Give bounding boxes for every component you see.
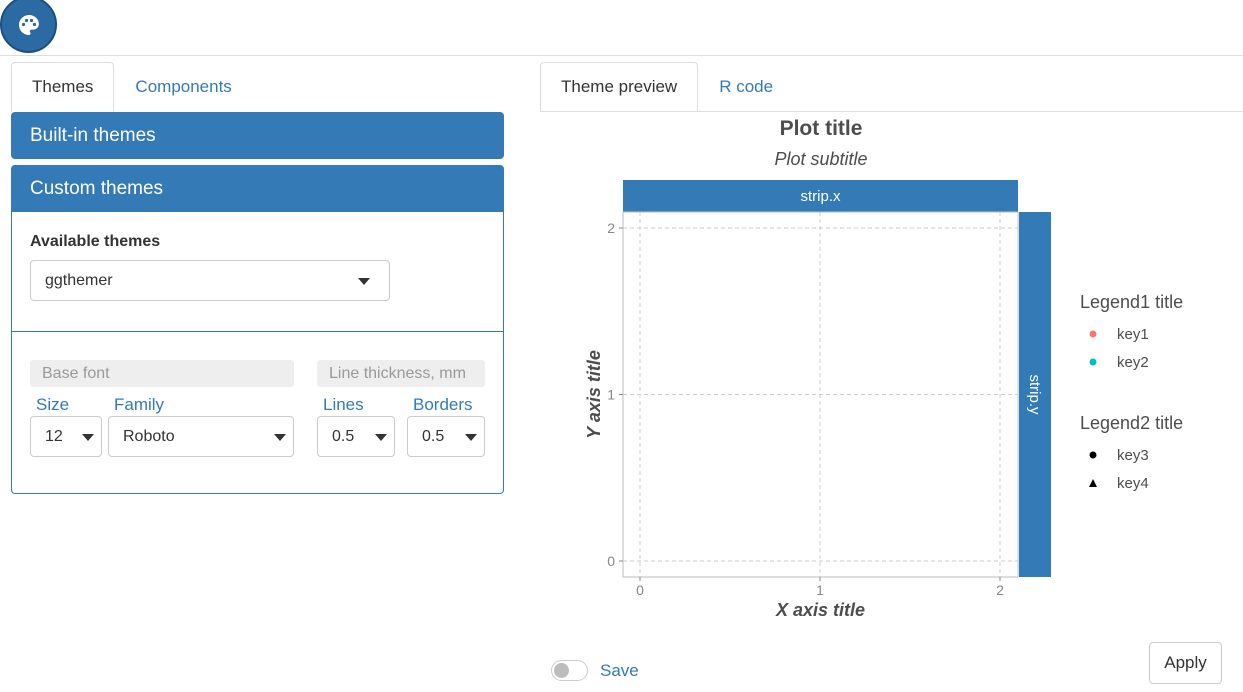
strip-y-bg — [1019, 212, 1051, 577]
legend-circle-symbol — [1089, 330, 1097, 338]
chevron-down-icon — [465, 434, 477, 441]
available-themes-label: Available themes — [30, 233, 161, 250]
font-family-select[interactable]: Roboto — [108, 416, 294, 457]
font-size-select[interactable]: 12 — [30, 416, 102, 457]
strip-x-label: strip.x — [800, 188, 841, 205]
panel-border — [622, 211, 1019, 578]
apply-button[interactable]: Apply — [1149, 642, 1222, 684]
chevron-down-icon — [358, 278, 370, 285]
legend1-key1: key1 — [1117, 326, 1149, 343]
line-thickness-header: Line thickness, mm — [317, 360, 485, 387]
y-tick-label: 0 — [607, 553, 615, 569]
chevron-down-icon — [82, 434, 94, 441]
legend-circle-symbol — [1089, 451, 1097, 459]
borders-select[interactable]: 0.5 — [407, 416, 485, 457]
toggle-knob — [554, 663, 569, 678]
axis-ticks: 0 1 2 0 1 2 — [607, 220, 1004, 598]
available-themes-select[interactable]: ggthemer — [30, 260, 390, 301]
borders-label: Borders — [413, 395, 473, 414]
lines-label: Lines — [323, 395, 364, 414]
top-bar — [0, 0, 1243, 56]
font-size-value: 12 — [45, 428, 63, 445]
chevron-down-icon — [274, 434, 286, 441]
y-axis-title: Y axis title — [584, 350, 604, 439]
font-family-value: Roboto — [123, 428, 175, 445]
builtin-themes-header[interactable]: Built-in themes — [11, 112, 504, 159]
right-tab-underline — [540, 111, 1243, 112]
strip-y-label: strip.y — [1026, 374, 1043, 415]
x-tick-label: 0 — [636, 582, 644, 598]
legend-triangle-symbol — [1089, 479, 1097, 487]
legend1-key2: key2 — [1117, 354, 1149, 371]
size-label: Size — [36, 395, 70, 414]
left-tab-bar: Themes Components — [11, 62, 253, 112]
borders-value: 0.5 — [422, 428, 445, 445]
legend-circle-symbol — [1089, 358, 1097, 366]
y-tick-label: 2 — [607, 220, 615, 236]
plot-title: Plot title — [779, 117, 863, 140]
lines-select[interactable]: 0.5 — [317, 416, 395, 457]
family-label: Family — [114, 395, 165, 414]
tab-components[interactable]: Components — [114, 62, 252, 112]
x-axis-title: X axis title — [775, 600, 865, 620]
right-tab-bar: Theme preview R code — [540, 62, 794, 112]
x-tick-label: 1 — [816, 582, 824, 598]
strip-x-bg — [623, 180, 1018, 212]
palette-icon[interactable] — [0, 0, 57, 53]
available-themes-value: ggthemer — [45, 272, 113, 289]
legend2-key3: key3 — [1117, 447, 1149, 464]
grid-lines — [623, 212, 1018, 577]
panel-divider — [11, 331, 504, 332]
legend2-title: Legend2 title — [1080, 413, 1184, 433]
custom-themes-header[interactable]: Custom themes — [11, 165, 504, 212]
save-toggle[interactable] — [551, 660, 588, 681]
base-font-header: Base font — [30, 360, 294, 387]
save-label[interactable]: Save — [600, 661, 639, 681]
legend-symbols — [1089, 330, 1097, 487]
tab-themes[interactable]: Themes — [11, 62, 115, 112]
tab-r-code[interactable]: R code — [698, 62, 794, 112]
chevron-down-icon — [375, 434, 387, 441]
y-tick-label: 1 — [607, 387, 615, 403]
legend2-key4: key4 — [1117, 475, 1149, 492]
x-tick-label: 2 — [996, 582, 1004, 598]
plot-subtitle: Plot subtitle — [774, 149, 868, 169]
legend1-title: Legend1 title — [1080, 292, 1184, 312]
lines-value: 0.5 — [332, 428, 355, 445]
tab-theme-preview[interactable]: Theme preview — [540, 62, 699, 112]
